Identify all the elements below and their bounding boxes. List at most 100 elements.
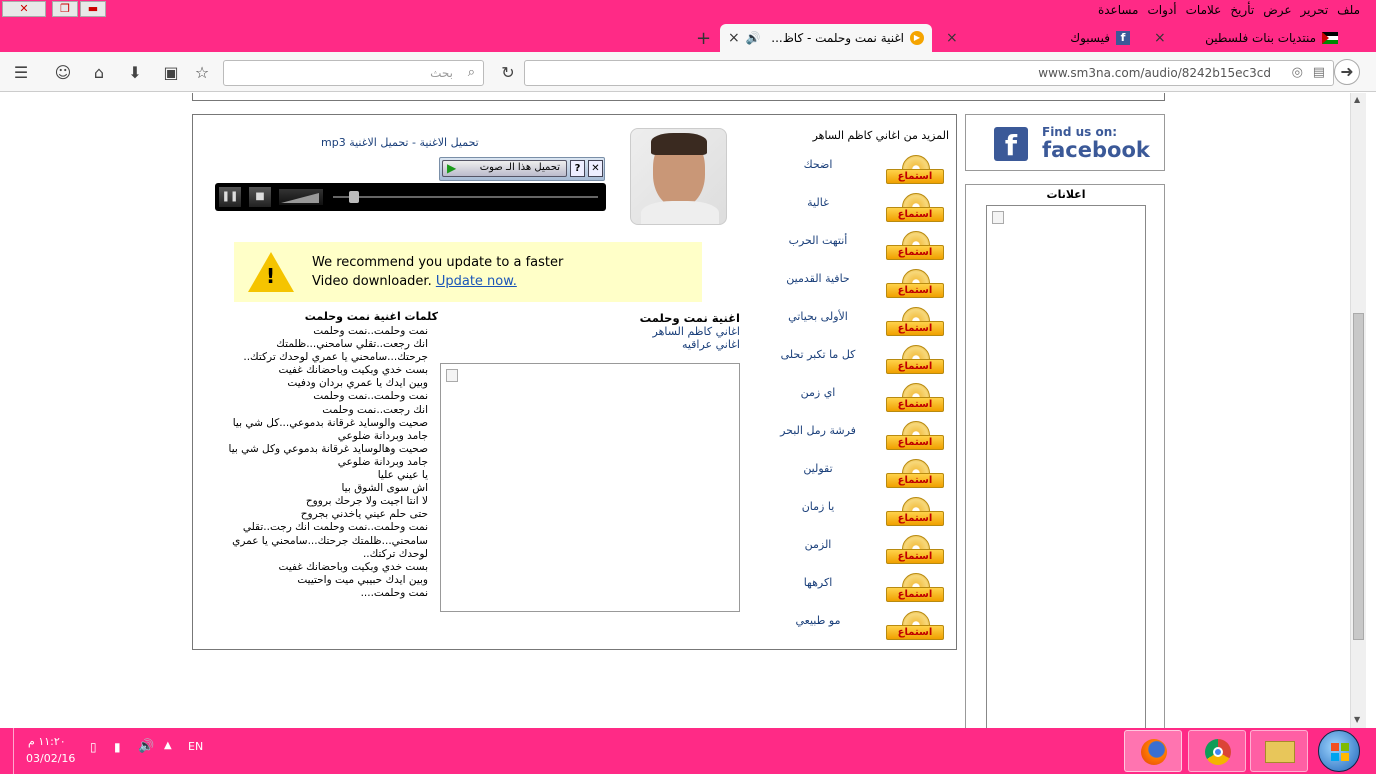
lyrics-line: يا عيني عليا	[377, 469, 428, 482]
clock-time[interactable]: ١١:٢٠ م	[28, 735, 66, 748]
listen-button[interactable]: استماع	[886, 269, 944, 299]
song-link[interactable]: الأولى بحياتي	[753, 310, 883, 323]
menu-hamburger-icon[interactable]: ☰	[10, 62, 32, 84]
seek-handle[interactable]	[349, 191, 359, 203]
lyrics-line: بست خدي وبكيت وباحضانك غفيت	[278, 364, 428, 377]
scroll-down-icon[interactable]: ▼	[1354, 715, 1360, 724]
url-text: www.sm3na.com/audio/8242b15ec3cd	[1038, 66, 1271, 80]
close-tab-icon[interactable]: ×	[1154, 30, 1166, 46]
seek-track[interactable]	[333, 196, 598, 198]
download-icon[interactable]: ⬇	[124, 62, 146, 84]
tab-label: فيسبوك	[1070, 31, 1110, 45]
download-audio-button[interactable]: تحميل هذا الـ صوت ▶	[442, 160, 567, 177]
volume-slider[interactable]	[279, 189, 323, 205]
home-icon[interactable]: ⌂	[88, 62, 110, 84]
taskbar: EN ▲ 🔊 ▮ ▯ ١١:٢٠ م 03/02/16	[0, 728, 1376, 774]
listen-button[interactable]: استماع	[886, 421, 944, 451]
menu-help[interactable]: مساعدة	[1098, 3, 1139, 17]
facebook-box[interactable]: f Find us on: facebook	[965, 114, 1165, 171]
tab-label: منتديات بنات فلسطين	[1205, 31, 1316, 45]
close-toolbar-icon[interactable]: ✕	[588, 160, 603, 177]
back-button[interactable]: ➜	[1334, 59, 1360, 85]
help-icon[interactable]: ?	[570, 160, 585, 177]
tab-facebook[interactable]: f فيسبوك ×	[938, 24, 1138, 52]
chat-icon[interactable]: ☺	[52, 62, 74, 84]
menu-history[interactable]: تأريخ	[1230, 3, 1254, 17]
listen-button[interactable]: استماع	[886, 383, 944, 413]
song-link[interactable]: يا زمان	[753, 500, 883, 513]
download-song-link[interactable]: تحميل الاغنية - تحميل الاغنية mp3	[321, 136, 571, 149]
lyrics-line: صحيت وهالوساید غرقانة بدموعي وكل شي بيا	[228, 442, 428, 455]
listen-button[interactable]: استماع	[886, 573, 944, 603]
speaker-icon[interactable]: 🔊	[746, 31, 761, 45]
listen-label-box: استماع	[886, 359, 944, 374]
url-bar[interactable]: ▤ ◎ www.sm3na.com/audio/8242b15ec3cd	[524, 60, 1334, 86]
listen-button[interactable]: استماع	[886, 155, 944, 185]
network-icon[interactable]: ▮	[114, 740, 121, 754]
listen-button[interactable]: استماع	[886, 307, 944, 337]
reload-button[interactable]: ↻	[497, 62, 519, 84]
close-tab-icon[interactable]: ×	[946, 30, 958, 46]
song-link[interactable]: مو طبيعي	[753, 614, 883, 627]
scroll-up-icon[interactable]: ▲	[1354, 95, 1360, 104]
song-link[interactable]: اي زمن	[753, 386, 883, 399]
listen-button[interactable]: استماع	[886, 535, 944, 565]
lyrics-line: وبين ايدك يا عمري بردان ودفيت	[287, 377, 428, 390]
ad-frame[interactable]	[986, 205, 1146, 728]
lyrics-line: جرحتك...سامحني يا عمري لوحدك تركتك..	[243, 351, 428, 364]
tab-palestine-forum[interactable]: منتديات بنات فلسطين ×	[1146, 24, 1346, 52]
song-link[interactable]: غالية	[753, 196, 883, 209]
listen-label-box: استماع	[886, 625, 944, 640]
taskbar-firefox[interactable]	[1124, 730, 1182, 772]
search-input[interactable]: ⌕ بحث	[223, 60, 484, 86]
scroll-thumb[interactable]	[1353, 313, 1364, 640]
bookmark-star-icon[interactable]: ☆	[191, 62, 213, 84]
close-window-button[interactable]: ✕	[2, 1, 46, 17]
show-desktop-button[interactable]	[0, 728, 14, 774]
song-link[interactable]: حافية القدمين	[753, 272, 883, 285]
listen-label-box: استماع	[886, 587, 944, 602]
song-link[interactable]: اضحك	[753, 158, 883, 171]
menu-bookmarks[interactable]: علامات	[1186, 3, 1222, 17]
menu-view[interactable]: عرض	[1263, 3, 1291, 17]
listen-button[interactable]: استماع	[886, 345, 944, 375]
menu-edit[interactable]: تحرير	[1301, 3, 1329, 17]
new-tab-button[interactable]: +	[696, 28, 711, 49]
update-now-link[interactable]: Update now.	[436, 274, 517, 289]
listen-button[interactable]: استماع	[886, 231, 944, 261]
language-indicator[interactable]: EN	[188, 740, 203, 753]
song-link[interactable]: فرشة رمل البحر	[753, 424, 883, 437]
listen-button[interactable]: استماع	[886, 497, 944, 527]
genre-link[interactable]: اغاني عراقيه	[540, 338, 740, 351]
maximize-window-button[interactable]: ❐	[52, 1, 78, 17]
clock-date[interactable]: 03/02/16	[26, 752, 75, 765]
battery-icon[interactable]: ▯	[90, 740, 97, 754]
song-link[interactable]: اكرهها	[753, 576, 883, 589]
taskbar-explorer[interactable]	[1250, 730, 1308, 772]
stop-button[interactable]: ■	[249, 187, 271, 207]
vertical-scrollbar[interactable]: ▲ ▼	[1350, 93, 1366, 728]
song-link[interactable]: أنتهت الحرب	[753, 234, 883, 247]
taskbar-chrome[interactable]	[1188, 730, 1246, 772]
pause-button[interactable]: ❚❚	[219, 187, 241, 207]
volume-icon[interactable]: 🔊	[138, 739, 154, 754]
lyrics-line: وبين ايدك حبيبي ميت واحتييت	[297, 573, 428, 586]
song-link[interactable]: الزمن	[753, 538, 883, 551]
minimize-window-button[interactable]: ▬	[80, 1, 106, 17]
menu-tools[interactable]: أدوات	[1148, 3, 1177, 17]
lyrics-text: نمت وحلمت..نمت وحلمت انك رجعت..تقلي سامحن…	[213, 325, 428, 600]
menu-file[interactable]: ملف	[1337, 3, 1360, 17]
listen-button[interactable]: استماع	[886, 611, 944, 641]
song-link[interactable]: تقولين	[753, 462, 883, 475]
show-hidden-icons[interactable]: ▲	[164, 740, 172, 751]
bookmarks-list-icon[interactable]: ▣	[160, 62, 182, 84]
artist-link[interactable]: اغاني كاظم الساهر	[540, 325, 741, 338]
listen-button[interactable]: استماع	[886, 459, 944, 489]
warning-exclamation: !	[266, 264, 276, 288]
song-link[interactable]: كل ما تكبر تحلى	[753, 348, 883, 361]
page-info-icon[interactable]: ▤	[1313, 65, 1325, 80]
tab-song[interactable]: ▶ اغنية نمت وحلمت - كاظ... 🔊 ×	[720, 24, 932, 52]
close-tab-icon[interactable]: ×	[728, 30, 740, 46]
start-button[interactable]	[1318, 730, 1360, 772]
listen-button[interactable]: استماع	[886, 193, 944, 223]
